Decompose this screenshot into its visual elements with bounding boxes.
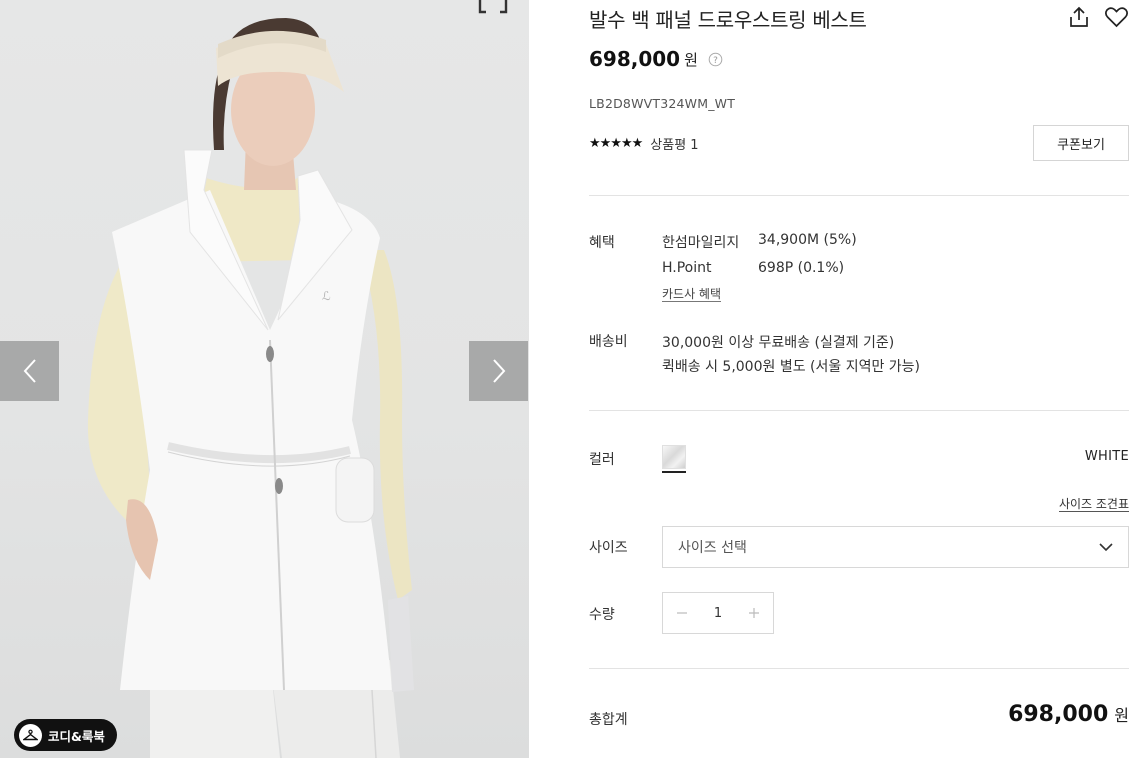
shipping-info: 30,000원 이상 무료배송 (실결제 기준) 퀵배송 시 5,000원 별도…	[662, 331, 920, 379]
coordi-lookbook-button[interactable]: 코디&룩북	[14, 719, 117, 751]
selected-color-name: WHITE	[1084, 449, 1129, 464]
shipping-line: 퀵배송 시 5,000원 별도 (서울 지역만 가능)	[662, 359, 921, 375]
increase-quantity-button[interactable]	[745, 604, 763, 622]
size-chart-link[interactable]: 사이즈 조견표	[1058, 497, 1129, 512]
rating-stars: ★★★★★	[589, 136, 643, 151]
product-info-panel: 발수 백 패널 드로우스트링 베스트 698,000 원 ? LB2D8WVT3…	[589, 0, 1129, 758]
share-icon	[1070, 6, 1088, 27]
heart-icon	[1105, 7, 1128, 28]
wishlist-button[interactable]	[1104, 5, 1129, 29]
color-label: 컬러	[589, 452, 615, 468]
gallery-prev-button[interactable]	[0, 341, 59, 401]
total-price-row: 698,000 원	[1008, 702, 1129, 727]
divider	[589, 195, 1129, 196]
price-unit: 원	[684, 50, 698, 69]
swatch-selected-indicator	[662, 471, 686, 473]
chevron-down-icon	[1099, 543, 1113, 552]
benefit-label: 혜택	[589, 235, 615, 251]
share-button[interactable]	[1067, 5, 1091, 29]
expand-button[interactable]	[476, 0, 510, 22]
benefit-value: 34,900M (5%)	[758, 232, 857, 248]
benefit-name: H.Point	[662, 260, 712, 276]
quantity-stepper: 1	[662, 592, 774, 634]
quantity-label: 수량	[589, 607, 615, 623]
decrease-quantity-button[interactable]	[673, 604, 691, 622]
price-row: 698,000 원 ?	[589, 47, 723, 71]
plus-icon	[749, 608, 759, 618]
minus-icon	[677, 612, 687, 614]
quantity-value: 1	[713, 605, 723, 621]
divider	[589, 668, 1129, 669]
help-icon[interactable]: ?	[708, 52, 723, 67]
shipping-line: 30,000원 이상 무료배송 (실결제 기준)	[662, 335, 895, 351]
expand-icon	[478, 0, 508, 14]
hanger-icon	[19, 723, 42, 747]
product-photo: ℒ	[87, 18, 414, 758]
total-label: 총합계	[589, 712, 628, 728]
size-select[interactable]: 사이즈 선택	[662, 526, 1129, 568]
size-label: 사이즈	[589, 540, 628, 556]
product-image-gallery: ℒ 코디&룩북	[0, 0, 529, 758]
benefit-list: 한섬마일리지 34,900M (5%) H.Point 698P (0.1%)	[662, 232, 857, 276]
shipping-label: 배송비	[589, 334, 628, 350]
gallery-next-button[interactable]	[469, 341, 528, 401]
product-title: 발수 백 패널 드로우스트링 베스트	[589, 8, 867, 32]
chevron-right-icon	[492, 359, 505, 383]
product-sku: LB2D8WVT324WM_WT	[589, 96, 736, 111]
product-price: 698,000	[589, 47, 681, 71]
svg-text:?: ?	[713, 56, 718, 66]
card-benefit-link[interactable]: 카드사 혜택	[662, 287, 722, 302]
svg-text:ℒ: ℒ	[322, 289, 331, 303]
size-select-placeholder: 사이즈 선택	[678, 540, 747, 556]
view-coupon-button[interactable]: 쿠폰보기	[1033, 125, 1129, 161]
benefit-name: 한섬마일리지	[662, 235, 740, 251]
review-count: 상품평 1	[650, 138, 699, 153]
benefit-value: 698P (0.1%)	[758, 260, 845, 276]
color-swatch-white[interactable]	[662, 445, 686, 473]
total-price-unit: 원	[1114, 706, 1129, 725]
swatch-fill	[662, 445, 686, 469]
rating-row[interactable]: ★★★★★ 상품평 1	[589, 134, 699, 153]
total-price: 698,000	[1008, 702, 1109, 727]
divider	[589, 410, 1129, 411]
chevron-left-icon	[23, 359, 36, 383]
coordi-lookbook-label: 코디&룩북	[48, 728, 105, 744]
